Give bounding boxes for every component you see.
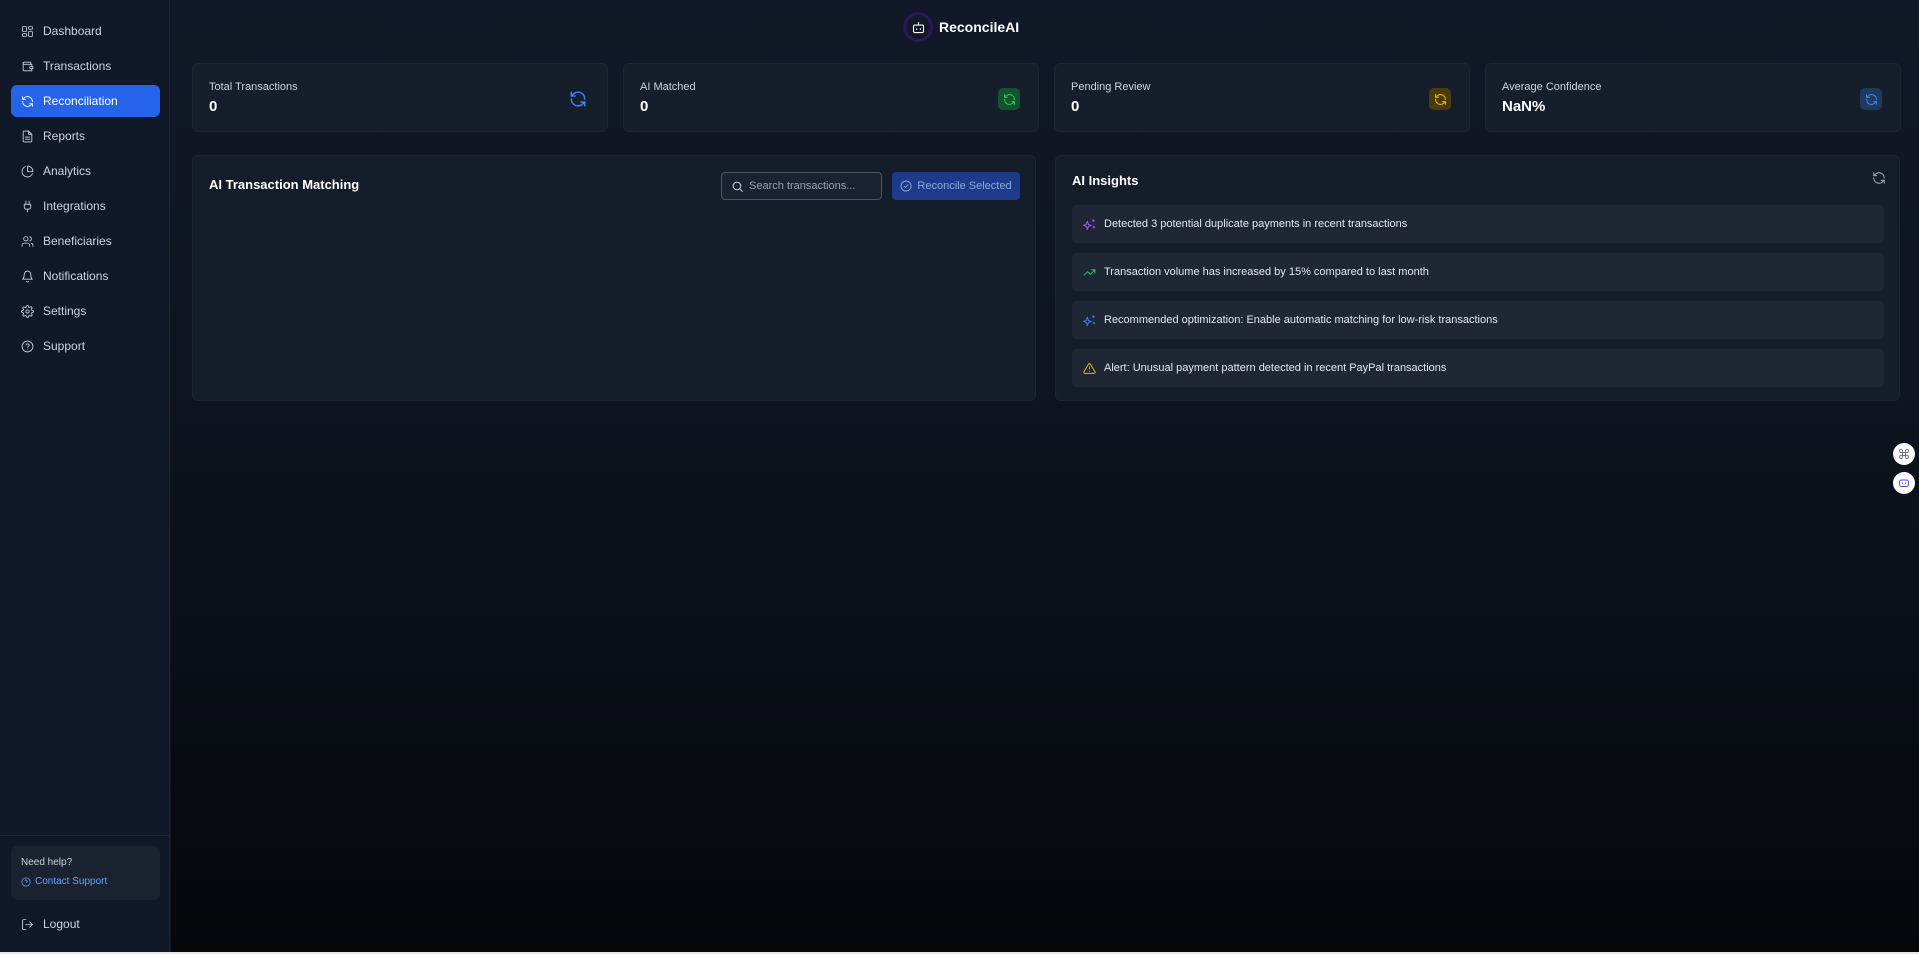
- gear-icon: [21, 304, 34, 318]
- stat-label: AI Matched: [640, 81, 696, 93]
- sidebar-item-integrations[interactable]: Integrations: [11, 190, 160, 222]
- assistant-button[interactable]: [1893, 472, 1915, 494]
- sidebar-item-support[interactable]: Support: [11, 330, 160, 362]
- sidebar-item-label: Support: [43, 339, 86, 353]
- insight-text: Detected 3 potential duplicate payments …: [1104, 218, 1408, 230]
- insight-item: Transaction volume has increased by 15% …: [1072, 253, 1884, 291]
- plug-icon: [21, 200, 34, 213]
- sidebar-item-beneficiaries[interactable]: Beneficiaries: [11, 225, 160, 257]
- brand-name: ReconcileAI: [939, 19, 1020, 35]
- robot-icon: [1899, 479, 1909, 487]
- sidebar-nav: Dashboard Transactions Reconciliation Re…: [11, 15, 160, 365]
- stat-value: 0: [1071, 98, 1080, 115]
- sidebar-item-reconciliation[interactable]: Reconciliation: [11, 85, 160, 117]
- sidebar-item-transactions[interactable]: Transactions: [11, 50, 160, 82]
- insight-text: Transaction volume has increased by 15% …: [1104, 266, 1429, 278]
- insight-item: Recommended optimization: Enable automat…: [1072, 301, 1884, 339]
- alert-triangle-icon: [1082, 361, 1096, 375]
- insight-text: Alert: Unusual payment pattern detected …: [1104, 362, 1447, 374]
- robot-icon: [903, 12, 933, 42]
- search-input[interactable]: [749, 180, 877, 192]
- file-icon: [21, 130, 34, 143]
- stat-value: 0: [209, 98, 218, 115]
- insight-list: Detected 3 potential duplicate payments …: [1072, 205, 1884, 397]
- stat-card-ai-matched: AI Matched 0: [623, 63, 1039, 132]
- help-circle-icon: [21, 340, 34, 353]
- panel-title: AI Transaction Matching: [209, 177, 360, 192]
- refresh-insights-button[interactable]: [1872, 171, 1886, 185]
- refresh-icon: [21, 95, 34, 108]
- sidebar: Dashboard Transactions Reconciliation Re…: [0, 0, 170, 952]
- command-menu-button[interactable]: [1893, 443, 1915, 465]
- check-circle-icon: [900, 180, 912, 192]
- help-card: Need help? Contact Support: [11, 846, 160, 900]
- refresh-icon: [1860, 88, 1882, 110]
- sidebar-item-dashboard[interactable]: Dashboard: [11, 15, 160, 47]
- bell-icon: [21, 270, 34, 283]
- transaction-matching-panel: AI Transaction Matching Reconcile Select…: [192, 155, 1036, 401]
- refresh-icon: [1429, 88, 1451, 110]
- ai-insights-panel: AI Insights Detected 3 potential duplica…: [1055, 155, 1900, 401]
- refresh-icon: [567, 88, 589, 110]
- sidebar-item-label: Notifications: [43, 269, 109, 283]
- grid-icon: [21, 25, 34, 38]
- logout-button[interactable]: Logout: [21, 917, 80, 931]
- sidebar-item-reports[interactable]: Reports: [11, 120, 160, 152]
- stat-card-average-confidence: Average Confidence NaN%: [1485, 63, 1901, 132]
- wallet-icon: [21, 60, 34, 73]
- brand[interactable]: ReconcileAI: [903, 12, 1019, 42]
- search-box[interactable]: [721, 172, 882, 200]
- panel-title: AI Insights: [1072, 173, 1139, 188]
- sidebar-item-label: Analytics: [43, 164, 92, 178]
- help-circle-icon: [21, 876, 31, 887]
- users-icon: [21, 235, 34, 248]
- sidebar-item-label: Dashboard: [43, 24, 102, 38]
- sidebar-item-label: Beneficiaries: [43, 234, 112, 248]
- logout-icon: [22, 918, 33, 930]
- sidebar-item-analytics[interactable]: Analytics: [11, 155, 160, 187]
- trending-up-icon: [1082, 265, 1096, 279]
- reconcile-selected-button[interactable]: Reconcile Selected: [892, 172, 1020, 200]
- logout-label: Logout: [43, 917, 80, 931]
- stat-label: Average Confidence: [1502, 81, 1602, 93]
- sidebar-item-label: Integrations: [43, 199, 106, 213]
- refresh-icon: [998, 88, 1020, 110]
- search-icon: [732, 181, 743, 192]
- sidebar-item-notifications[interactable]: Notifications: [11, 260, 160, 292]
- sidebar-item-settings[interactable]: Settings: [11, 295, 160, 327]
- contact-support-link[interactable]: Contact Support: [21, 876, 150, 887]
- reconcile-selected-label: Reconcile Selected: [917, 180, 1012, 192]
- sidebar-divider: [0, 835, 170, 836]
- command-icon: [1899, 449, 1909, 459]
- sidebar-item-label: Reconciliation: [43, 94, 118, 108]
- sidebar-item-label: Settings: [43, 304, 87, 318]
- insight-text: Recommended optimization: Enable automat…: [1104, 314, 1498, 326]
- sidebar-item-label: Reports: [43, 129, 86, 143]
- refresh-icon: [1873, 172, 1885, 184]
- sparkles-icon: [1082, 313, 1096, 327]
- stat-value: 0: [640, 98, 649, 115]
- app-root: Dashboard Transactions Reconciliation Re…: [0, 0, 1919, 954]
- sidebar-item-label: Transactions: [43, 59, 112, 73]
- insight-item: Detected 3 potential duplicate payments …: [1072, 205, 1884, 243]
- stat-card-total-transactions: Total Transactions 0: [192, 63, 608, 132]
- contact-support-label: Contact Support: [35, 876, 108, 887]
- stat-label: Pending Review: [1071, 81, 1151, 93]
- stat-value: NaN%: [1502, 98, 1546, 115]
- stat-label: Total Transactions: [209, 81, 298, 93]
- stat-card-pending-review: Pending Review 0: [1054, 63, 1470, 132]
- insight-item: Alert: Unusual payment pattern detected …: [1072, 349, 1884, 387]
- pie-chart-icon: [21, 165, 34, 178]
- sparkles-icon: [1082, 217, 1096, 231]
- main-content: [171, 0, 1919, 952]
- help-title: Need help?: [21, 857, 73, 868]
